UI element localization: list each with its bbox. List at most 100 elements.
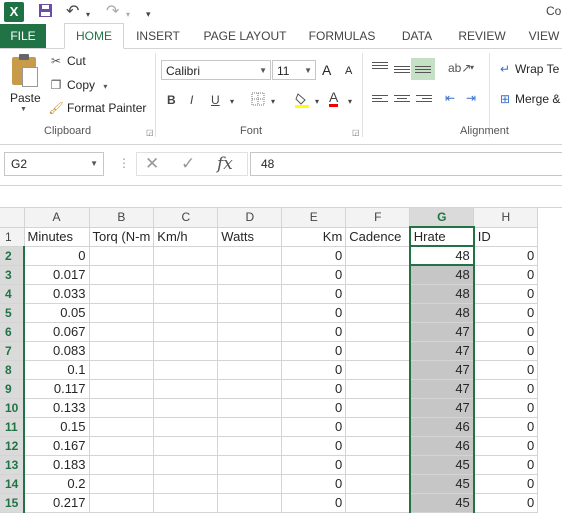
cell[interactable]: 0 [473, 398, 539, 418]
cell[interactable] [217, 284, 283, 304]
cell[interactable] [217, 246, 283, 266]
tab-formulas[interactable]: FORMULAS [306, 24, 378, 48]
row-header[interactable]: 14 [0, 474, 25, 494]
cell[interactable] [89, 493, 155, 513]
cell[interactable]: 0 [473, 322, 539, 342]
tab-view[interactable]: VIEW [524, 24, 562, 48]
cell[interactable]: 0.2 [24, 474, 90, 494]
font-size-select[interactable]: 11 ▼ [272, 60, 316, 80]
underline-button[interactable]: U [211, 93, 220, 107]
cell[interactable] [217, 322, 283, 342]
cell[interactable]: 46 [408, 417, 475, 437]
cell[interactable] [89, 341, 155, 361]
cell[interactable] [345, 341, 411, 361]
cell[interactable] [89, 436, 155, 456]
wrap-text-button[interactable]: ↵ Wrap Te [498, 62, 559, 76]
cell[interactable]: 0 [473, 417, 539, 437]
cell[interactable] [217, 360, 283, 380]
cell[interactable] [153, 379, 219, 399]
cell[interactable]: 48 [408, 303, 475, 323]
cell[interactable]: 0.133 [24, 398, 90, 418]
cell[interactable] [89, 284, 155, 304]
column-header[interactable]: B [89, 208, 155, 228]
cell[interactable]: 0 [281, 246, 347, 266]
increase-indent-icon[interactable]: ⇥ [466, 91, 476, 105]
row-header[interactable]: 3 [0, 265, 25, 285]
decrease-indent-icon[interactable]: ⇤ [445, 91, 455, 105]
column-header[interactable]: E [281, 208, 347, 228]
cell[interactable]: 0 [473, 474, 539, 494]
cell[interactable] [217, 436, 283, 456]
formula-input[interactable]: 48 [250, 152, 562, 176]
paste-dropdown-icon[interactable]: ▼ [20, 106, 27, 113]
cell[interactable] [345, 417, 411, 437]
cell[interactable] [89, 474, 155, 494]
clipboard-launcher-icon[interactable]: ◲ [146, 128, 154, 137]
cell[interactable] [89, 322, 155, 342]
row-header[interactable]: 9 [0, 379, 25, 399]
cancel-icon[interactable]: ✕ [145, 154, 159, 174]
cell[interactable]: Torq (N-m [89, 227, 155, 247]
cell[interactable] [345, 455, 411, 475]
fill-color-button[interactable] [294, 92, 310, 111]
cell[interactable]: 0 [473, 436, 539, 456]
cell[interactable] [217, 303, 283, 323]
cell[interactable]: 46 [408, 436, 475, 456]
font-launcher-icon[interactable]: ◲ [352, 128, 360, 137]
cell[interactable]: 47 [408, 341, 475, 361]
tab-home[interactable]: HOME [64, 23, 124, 49]
cell[interactable] [217, 341, 283, 361]
copy-dropdown-icon[interactable]: ▾ [103, 82, 107, 91]
align-left-icon[interactable] [372, 95, 388, 107]
align-middle-icon[interactable] [394, 66, 410, 78]
cell[interactable] [153, 417, 219, 437]
cell[interactable] [345, 379, 411, 399]
cell[interactable]: ID [473, 227, 539, 247]
italic-button[interactable]: I [190, 93, 193, 107]
row-header[interactable]: 5 [0, 303, 25, 323]
cell[interactable] [217, 265, 283, 285]
cell[interactable] [345, 474, 411, 494]
cell[interactable]: 0 [281, 417, 347, 437]
row-header[interactable]: 13 [0, 455, 25, 475]
cell[interactable]: 47 [408, 322, 475, 342]
cell[interactable]: 0.017 [24, 265, 90, 285]
cell[interactable] [153, 341, 219, 361]
cell[interactable] [153, 398, 219, 418]
select-all-corner[interactable] [0, 208, 25, 228]
copy-button[interactable]: ❐ Copy ▾ [48, 78, 108, 92]
cell[interactable] [217, 417, 283, 437]
cell[interactable]: 0 [281, 474, 347, 494]
cell[interactable] [89, 265, 155, 285]
tab-review[interactable]: REVIEW [456, 24, 508, 48]
redo-dropdown-icon[interactable]: ▾ [126, 6, 130, 24]
cell[interactable]: 0 [473, 284, 539, 304]
cell[interactable] [345, 398, 411, 418]
cell[interactable]: 47 [408, 360, 475, 380]
cell[interactable] [153, 284, 219, 304]
column-header-selected[interactable]: G [409, 208, 475, 228]
merge-button[interactable]: ⊞ Merge & [498, 92, 560, 106]
cell[interactable] [345, 493, 411, 513]
row-header[interactable]: 10 [0, 398, 25, 418]
cell[interactable] [345, 436, 411, 456]
cell[interactable]: 47 [408, 379, 475, 399]
cell[interactable]: Minutes [24, 227, 90, 247]
cell[interactable]: 0.1 [24, 360, 90, 380]
undo-dropdown-icon[interactable]: ▾ [86, 6, 90, 24]
shrink-font-button[interactable]: A [345, 65, 352, 77]
cell[interactable]: Km [281, 227, 347, 247]
borders-dropdown-icon[interactable]: ▾ [271, 97, 275, 106]
cut-button[interactable]: ✂ Cut [48, 54, 86, 68]
cell[interactable]: 0.05 [24, 303, 90, 323]
format-painter-button[interactable]: 🖌 Format Painter [48, 101, 146, 115]
row-header[interactable]: 6 [0, 322, 25, 342]
font-color-dropdown-icon[interactable]: ▾ [348, 97, 352, 106]
cell[interactable] [153, 246, 219, 266]
cell[interactable] [345, 303, 411, 323]
cell[interactable]: 0 [281, 360, 347, 380]
row-header[interactable]: 15 [0, 493, 25, 513]
cell[interactable] [345, 284, 411, 304]
orientation-button[interactable]: ab↗ [448, 61, 471, 75]
customize-toolbar-icon[interactable]: ▾ [146, 5, 151, 23]
